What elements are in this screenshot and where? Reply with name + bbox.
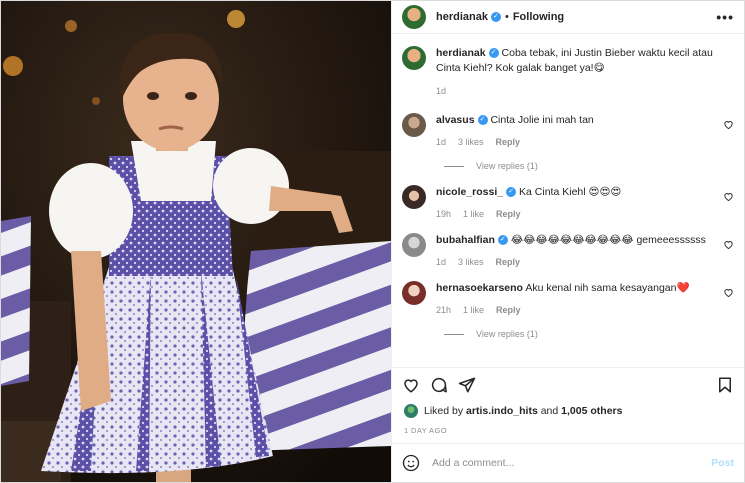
comments-list[interactable]: herdianak ✓ Coba tebak, ini Justin Bieber… — [392, 34, 744, 368]
comment-heart-icon[interactable] — [723, 191, 734, 202]
post-header: herdianak ✓ • Following ••• — [392, 1, 744, 34]
comment-item: bubahalfian ✓ 😂😂😂😂😂😂😂😂😂😂 gemeeessssss 1d … — [402, 233, 734, 267]
verified-badge-icon: ✓ — [477, 115, 488, 126]
likes-and: and — [540, 405, 559, 417]
reply-button[interactable]: Reply — [496, 257, 521, 267]
comment-username[interactable]: hernasoekarseno — [436, 282, 523, 294]
comment-item: nicole_rossi_ ✓ Ka Cinta Kiehl 😍😍😍 19h 1 … — [402, 185, 734, 219]
share-icon[interactable] — [458, 376, 476, 394]
caption: herdianak ✓ Coba tebak, ini Justin Bieber… — [402, 46, 734, 99]
author-avatar-caption[interactable] — [402, 46, 426, 70]
verified-badge-icon: ✓ — [490, 12, 501, 22]
comment-body: bubahalfian ✓ 😂😂😂😂😂😂😂😂😂😂 gemeeessssss 1d … — [436, 233, 734, 267]
comment-body: alvasus ✓ Cinta Jolie ini mah tan 1d 3 li… — [436, 113, 734, 147]
comment-text: Ka Cinta Kiehl 😍😍😍 — [519, 186, 622, 198]
comment-text: Aku kenal nih sama kesayangan❤️ — [525, 282, 690, 294]
comment-heart-icon[interactable] — [723, 287, 734, 298]
likes-prefix: Liked by — [424, 405, 464, 417]
comment-age: 1d — [436, 257, 447, 267]
bookmark-icon[interactable] — [716, 376, 734, 394]
add-comment-bar: Post — [392, 444, 744, 482]
caption-username[interactable]: herdianak — [436, 47, 486, 59]
view-replies-button[interactable]: View replies (1) — [444, 329, 734, 339]
post-photo[interactable] — [1, 1, 391, 482]
comment-item: hernasoekarseno Aku kenal nih sama kesay… — [402, 281, 734, 315]
comment-likes[interactable]: 1 like — [463, 209, 484, 219]
caption-age: 1d — [436, 86, 447, 96]
reply-button[interactable]: Reply — [496, 209, 521, 219]
comment-age: 19h — [436, 209, 452, 219]
following-button[interactable]: Following — [513, 11, 564, 23]
heart-icon[interactable] — [402, 376, 420, 394]
add-comment-input[interactable] — [432, 457, 712, 469]
commenter-avatar[interactable] — [402, 185, 426, 209]
post-side-panel: herdianak ✓ • Following ••• herdianak ✓ C… — [391, 1, 744, 482]
comment-age: 21h — [436, 305, 452, 315]
post-date: 1 DAY AGO — [392, 420, 744, 444]
comment-icon[interactable] — [430, 376, 448, 394]
comment-age: 1d — [436, 137, 447, 147]
comment-body: hernasoekarseno Aku kenal nih sama kesay… — [436, 281, 734, 315]
comment-text: 😂😂😂😂😂😂😂😂😂😂 gemeeessssss — [510, 234, 706, 246]
verified-badge-icon: ✓ — [497, 235, 508, 246]
post-comment-button[interactable]: Post — [711, 457, 734, 469]
likes-summary: Liked by artis.indo_hits and 1,005 other… — [392, 402, 744, 420]
instagram-post-modal: herdianak ✓ • Following ••• herdianak ✓ C… — [0, 0, 745, 483]
verified-badge-icon: ✓ — [506, 187, 517, 198]
comment-likes[interactable]: 1 like — [463, 305, 484, 315]
author-username[interactable]: herdianak — [436, 11, 488, 23]
replies-line — [444, 333, 464, 335]
comment-item: alvasus ✓ Cinta Jolie ini mah tan 1d 3 li… — [402, 113, 734, 147]
comment-username[interactable]: nicole_rossi_ — [436, 186, 503, 198]
reply-button[interactable]: Reply — [496, 137, 521, 147]
liker-username[interactable]: artis.indo_hits — [466, 405, 538, 417]
comment-username[interactable]: bubahalfian — [436, 234, 495, 246]
comment-likes[interactable]: 3 likes — [458, 257, 484, 267]
emoji-icon[interactable] — [402, 454, 420, 472]
comment-heart-icon[interactable] — [723, 239, 734, 250]
verified-badge-icon: ✓ — [488, 48, 499, 59]
post-actions — [392, 368, 744, 402]
reply-button[interactable]: Reply — [496, 305, 521, 315]
commenter-avatar[interactable] — [402, 113, 426, 137]
caption-body: herdianak ✓ Coba tebak, ini Justin Bieber… — [436, 46, 734, 99]
author-avatar[interactable] — [402, 5, 426, 29]
replies-line — [444, 165, 464, 167]
comment-body: nicole_rossi_ ✓ Ka Cinta Kiehl 😍😍😍 19h 1 … — [436, 185, 734, 219]
comment-likes[interactable]: 3 likes — [458, 137, 484, 147]
commenter-avatar[interactable] — [402, 233, 426, 257]
comment-username[interactable]: alvasus — [436, 114, 475, 126]
separator-dot: • — [504, 11, 509, 23]
comment-text: Cinta Jolie ini mah tan — [490, 114, 594, 126]
view-replies-label: View replies (1) — [476, 329, 538, 339]
more-options-icon[interactable]: ••• — [716, 9, 734, 25]
child-photo-image — [1, 1, 391, 482]
liker-avatar[interactable] — [404, 404, 418, 418]
view-replies-label: View replies (1) — [476, 161, 538, 171]
view-replies-button[interactable]: View replies (1) — [444, 161, 734, 171]
commenter-avatar[interactable] — [402, 281, 426, 305]
likes-others[interactable]: 1,005 others — [561, 405, 622, 417]
comment-heart-icon[interactable] — [723, 119, 734, 130]
